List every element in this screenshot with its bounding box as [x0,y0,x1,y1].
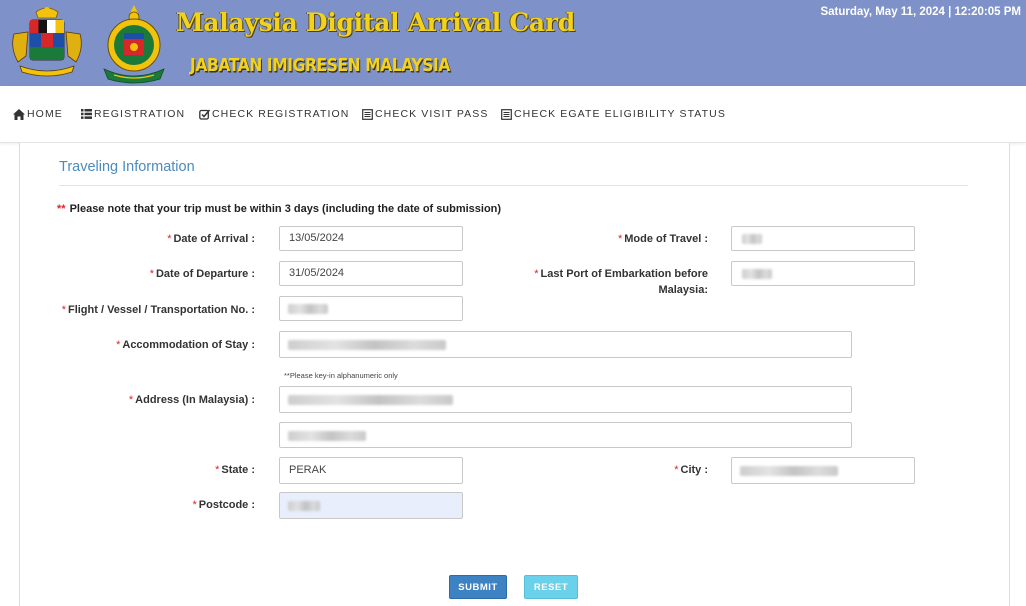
required-marker: * [61,304,66,316]
notice-text: Please note that your trip must be withi… [69,203,502,215]
mode-of-travel-select[interactable] [731,226,915,251]
redacted-value [288,501,320,511]
date-of-departure-label: * Date of Departure : [100,266,255,282]
date-of-arrival-label: * Date of Arrival : [100,231,255,247]
section-divider [59,185,968,186]
redacted-value [742,269,772,279]
nav-check-visit-pass[interactable]: CHECK VISIT PASS [362,106,489,122]
mode-of-travel-label: * Mode of Travel : [560,231,708,247]
header-banner: Malaysia Digital Arrival Card JABATAN IM… [0,0,1026,86]
flight-no-input[interactable] [279,296,463,321]
nav-check-visit-pass-label: CHECK VISIT PASS [375,108,489,120]
required-marker: * [128,394,134,406]
postcode-label-text: Postcode : [198,499,255,511]
nav-check-egate-eligibility[interactable]: CHECK EGATE ELIGIBILITY STATUS [501,106,726,122]
imigresen-emblem-logo [103,5,165,84]
redacted-value [288,395,453,405]
app-title: Malaysia Digital Arrival Card [176,8,575,37]
required-marker: * [149,268,154,280]
required-marker: * [534,268,539,280]
trip-notice: ** Please note that your trip must be wit… [57,203,501,215]
nav-check-egate-eligibility-label: CHECK EGATE ELIGIBILITY STATUS [514,108,726,120]
document-icon [362,108,373,120]
section-title: Traveling Information [59,159,195,175]
date-of-arrival-label-text: Date of Arrival : [173,233,255,245]
accommodation-label: * Accommodation of Stay : [90,337,255,353]
date-of-departure-label-text: Date of Departure : [155,268,255,280]
last-port-label-text: Last Port of Embarkation before Malaysia… [540,268,708,296]
address-label-text: Address (In Malaysia) : [135,394,255,406]
mode-of-travel-label-text: Mode of Travel : [624,233,708,245]
submit-button[interactable]: SUBMIT [449,575,507,599]
city-label: * City : [620,462,708,478]
address-label: * Address (In Malaysia) : [90,392,255,408]
state-label-text: State : [221,464,255,476]
notice-marker: ** [57,203,66,215]
required-marker: * [192,499,197,511]
nav-registration-label: REGISTRATION [94,108,186,120]
alphanumeric-hint: **Please key-in alphanumeric only [284,371,398,380]
current-datetime: Saturday, May 11, 2024 | 12:20:05 PM [820,6,1021,18]
redacted-value [740,466,838,476]
accommodation-input[interactable] [279,331,852,358]
check-square-icon [199,109,210,120]
nav-home[interactable]: HOME [13,106,63,122]
redacted-value [288,304,328,314]
state-select[interactable]: PERAK [279,457,463,484]
document-icon [501,108,512,120]
required-marker: * [674,464,679,476]
date-of-arrival-input[interactable]: 13/05/2024 [279,226,463,251]
nav-home-label: HOME [27,108,63,120]
required-marker: * [116,339,121,351]
accommodation-label-text: Accommodation of Stay : [122,339,255,351]
nav-registration[interactable]: REGISTRATION [81,106,185,122]
city-select[interactable] [731,457,915,484]
last-port-label: * Last Port of Embarkation before Malaysi… [520,266,708,298]
address-line2-input[interactable] [279,422,852,448]
required-marker: * [617,233,623,245]
postcode-label: * Postcode : [150,497,255,513]
nav-check-registration-label: CHECK REGISTRATION [212,108,350,120]
date-of-departure-input[interactable]: 31/05/2024 [279,261,463,286]
flight-no-label-text: Flight / Vessel / Transportation No. : [67,304,255,316]
postcode-input[interactable] [279,492,463,519]
list-icon [81,109,92,119]
department-subtitle: JABATAN IMIGRESEN MALAYSIA [190,55,450,76]
redacted-value [288,340,446,350]
malaysia-coat-of-arms-logo [11,7,83,77]
address-line1-input[interactable] [279,386,852,413]
redacted-value [288,431,366,441]
required-marker: * [167,233,172,245]
last-port-select[interactable] [731,261,915,286]
redacted-value [742,234,762,244]
city-label-text: City : [680,464,709,476]
main-navigation: HOME REGISTRATION CHECK REGISTRATION CHE… [0,86,1026,143]
reset-button[interactable]: RESET [524,575,578,599]
required-marker: * [215,464,220,476]
flight-no-label: * Flight / Vessel / Transportation No. : [40,302,255,318]
state-label: * State : [150,462,255,478]
nav-check-registration[interactable]: CHECK REGISTRATION [199,106,349,122]
home-icon [13,108,25,120]
